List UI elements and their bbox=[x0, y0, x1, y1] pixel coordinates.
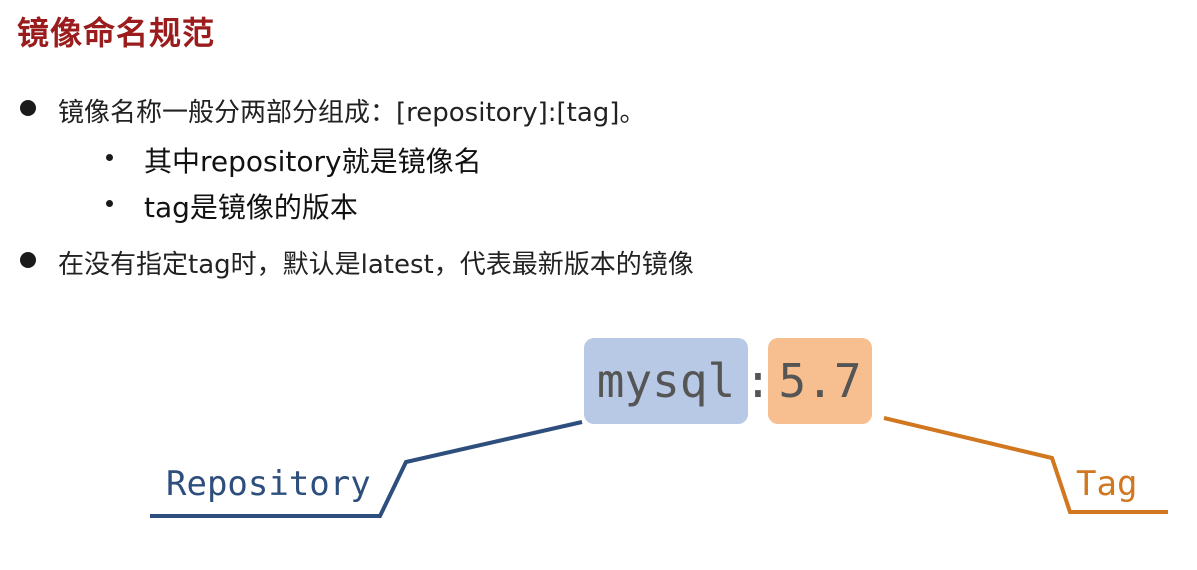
repository-box: mysql bbox=[584, 338, 748, 424]
tag-box: 5.7 bbox=[768, 338, 872, 424]
repository-label: Repository bbox=[166, 464, 371, 504]
separator-colon: : bbox=[744, 354, 772, 408]
tag-label: Tag bbox=[1076, 464, 1138, 504]
